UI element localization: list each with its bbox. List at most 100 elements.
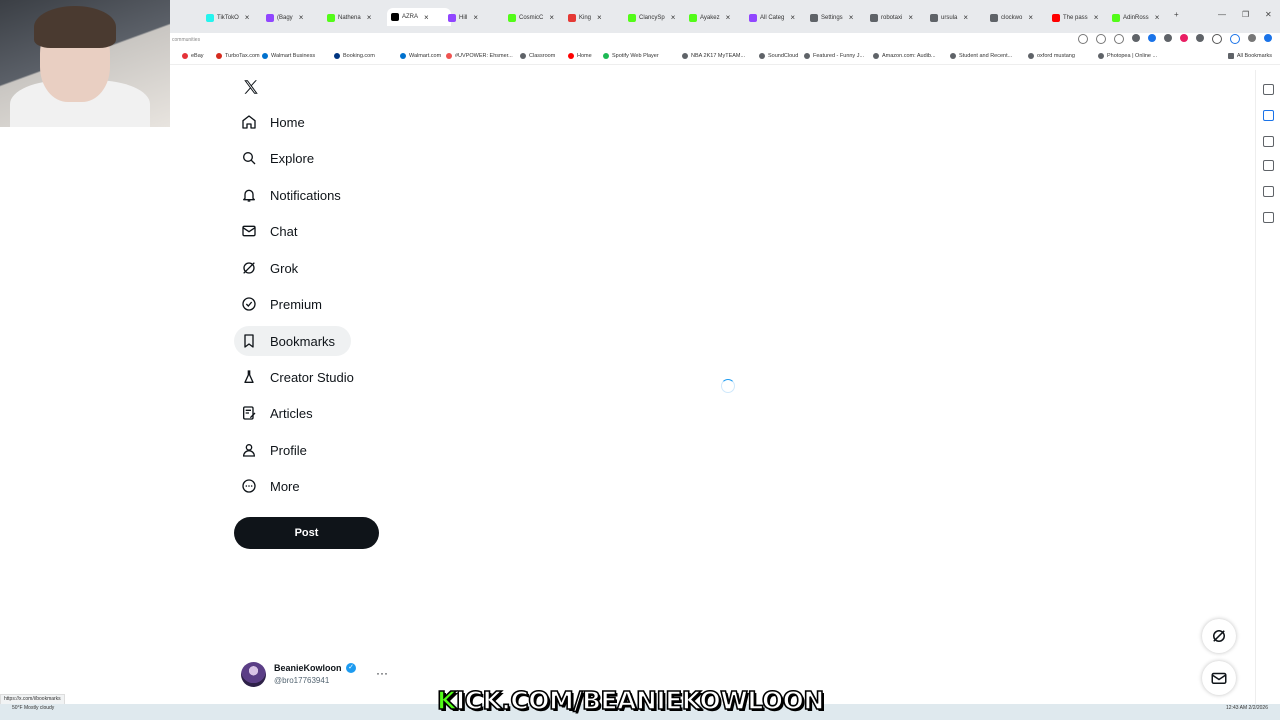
stack-icon[interactable] xyxy=(1263,136,1274,147)
browser-tab[interactable]: ClancySp × xyxy=(628,10,684,25)
bookmark-link[interactable]: TurboTax.com xyxy=(216,53,260,59)
close-icon[interactable]: × xyxy=(367,13,372,22)
sidebar-item-explore[interactable]: Explore xyxy=(234,143,330,173)
browser-tab[interactable]: Hill × xyxy=(448,10,504,25)
tab-favicon-icon xyxy=(870,13,878,22)
game-icon[interactable] xyxy=(1263,212,1274,223)
minimize-icon[interactable]: — xyxy=(1218,10,1226,19)
browser-tab[interactable]: The pass × xyxy=(1052,10,1108,25)
close-icon[interactable]: × xyxy=(790,13,795,22)
browser-tab[interactable]: King × xyxy=(568,10,624,25)
bookmark-link[interactable]: NBA 2K17 MyTEAM... xyxy=(682,53,745,59)
tag-icon[interactable] xyxy=(1263,186,1274,197)
close-icon[interactable]: × xyxy=(963,13,968,22)
sidebar-item-label: Profile xyxy=(270,442,307,458)
close-icon[interactable]: × xyxy=(1155,13,1160,22)
shield-icon[interactable] xyxy=(1264,34,1272,42)
close-icon[interactable]: × xyxy=(299,13,304,22)
bookmark-link[interactable]: Featured - Funny J... xyxy=(804,53,864,59)
edit-icon[interactable] xyxy=(1263,160,1274,171)
sidebar-item-label: Articles xyxy=(270,405,313,421)
extension-icon[interactable] xyxy=(1148,34,1156,42)
close-icon[interactable]: × xyxy=(473,13,478,22)
close-icon[interactable]: × xyxy=(1094,13,1099,22)
x-logo-icon[interactable] xyxy=(242,78,260,96)
messages-floating-button[interactable] xyxy=(1202,661,1236,695)
close-icon[interactable]: × xyxy=(1028,13,1033,22)
new-tab-icon[interactable]: + xyxy=(1174,10,1179,19)
extension-icon[interactable] xyxy=(1164,34,1172,42)
bookmark-link[interactable]: Spotify Web Player xyxy=(603,53,659,59)
grok-icon xyxy=(243,262,255,274)
browser-tab[interactable]: robotaxi × xyxy=(870,10,926,25)
browser-tab[interactable]: ursula × xyxy=(930,10,986,25)
close-icon[interactable]: × xyxy=(849,13,854,22)
sidebar-item-grok[interactable]: Grok xyxy=(234,253,314,283)
close-icon[interactable]: × xyxy=(424,13,429,22)
close-icon[interactable]: × xyxy=(245,13,250,22)
bookmark-link[interactable]: Student and Recent... xyxy=(950,53,1012,59)
bookmark-link[interactable]: Booking.com xyxy=(334,53,375,59)
bookmark-link[interactable]: Walmart Business xyxy=(262,53,315,59)
close-window-icon[interactable]: ✕ xyxy=(1265,10,1272,19)
close-icon[interactable]: × xyxy=(726,13,731,22)
browser-toolbar: communities xyxy=(170,33,1280,47)
sidebar-item-profile[interactable]: Profile xyxy=(234,435,323,465)
sidebar-item-creator-studio[interactable]: Creator Studio xyxy=(234,362,370,392)
maximize-icon[interactable]: ❐ xyxy=(1242,10,1249,19)
browser-tab[interactable]: All Categ × xyxy=(749,10,805,25)
bookmark-link[interactable]: eBay xyxy=(182,53,204,59)
sidebar-item-home[interactable]: Home xyxy=(234,107,321,137)
browser-tab[interactable]: AZRA × xyxy=(387,8,451,26)
extension-icon[interactable] xyxy=(1180,34,1188,42)
sidebar-item-bookmarks[interactable]: Bookmarks xyxy=(234,326,352,356)
grok-floating-button[interactable] xyxy=(1202,619,1236,653)
star-icon[interactable] xyxy=(1114,34,1124,44)
post-button[interactable]: Post xyxy=(234,517,379,549)
bookmark-favicon-icon xyxy=(759,53,765,59)
browser-tab[interactable]: TikTokO × xyxy=(206,10,262,25)
address-hint[interactable]: communities xyxy=(172,37,200,43)
close-icon[interactable]: × xyxy=(549,13,554,22)
browser-tab[interactable]: Ayakez × xyxy=(689,10,745,25)
close-icon[interactable]: × xyxy=(908,13,913,22)
bookmark-link[interactable]: oxford mustang xyxy=(1028,53,1075,59)
account-switcher[interactable]: BeanieKowloon ✓ @bro17763941 ··· xyxy=(241,660,391,692)
sidebar-item-articles[interactable]: Articles xyxy=(234,398,329,428)
profile-icon[interactable] xyxy=(1248,34,1256,42)
tray-clock[interactable]: 12:43 AM 2/2/2026 xyxy=(1226,705,1268,711)
bookmark-link[interactable]: Classroom xyxy=(520,53,555,59)
share-icon[interactable] xyxy=(1096,34,1106,44)
sidebar-item-chat[interactable]: Chat xyxy=(234,216,313,246)
zoom-icon[interactable] xyxy=(1078,34,1088,44)
bookmark-link[interactable]: #UVPOWER: Ehsmer... xyxy=(446,53,513,59)
browser-tab[interactable]: AdinRoss × xyxy=(1112,10,1168,25)
tools-icon[interactable] xyxy=(1263,238,1272,247)
browser-tab[interactable]: Settings × xyxy=(810,10,866,25)
all-bookmarks-link[interactable]: All Bookmarks xyxy=(1227,53,1272,59)
puzzle-icon[interactable] xyxy=(1212,34,1222,44)
weather-widget[interactable]: 50°F Mostly cloudy xyxy=(12,705,54,711)
chat-icon[interactable] xyxy=(1263,110,1274,121)
bookmark-link[interactable]: Home xyxy=(568,53,592,59)
bookmark-link[interactable]: SoundCloud xyxy=(759,53,798,59)
close-icon[interactable]: × xyxy=(597,13,602,22)
bookmark-favicon-icon xyxy=(804,53,810,59)
browser-tab[interactable]: Nathena × xyxy=(327,10,383,25)
extension-icon[interactable] xyxy=(1196,34,1204,42)
bookmark-link[interactable]: Photopea | Online ... xyxy=(1098,53,1157,59)
sidebar-item-premium[interactable]: Premium xyxy=(234,289,338,319)
extension-icon[interactable] xyxy=(1132,34,1140,42)
bookmark-favicon-icon xyxy=(262,53,268,59)
sidebar-item-more[interactable]: More xyxy=(234,471,316,501)
bookmark-link[interactable]: Walmart.com xyxy=(400,53,441,59)
sidebar-item-notifications[interactable]: Notifications xyxy=(234,180,357,210)
browser-tab[interactable]: CosmicC × xyxy=(508,10,564,25)
close-icon[interactable]: × xyxy=(671,13,676,22)
more-dots-icon[interactable]: ··· xyxy=(376,666,388,680)
bookmark-link[interactable]: Amazon.com: Audib... xyxy=(873,53,936,59)
browser-tab[interactable]: (Bagy × xyxy=(266,10,322,25)
browser-tab[interactable]: clockwo × xyxy=(990,10,1046,25)
home-icon[interactable] xyxy=(1263,84,1274,95)
sidebar-toggle-icon[interactable] xyxy=(1230,34,1240,44)
